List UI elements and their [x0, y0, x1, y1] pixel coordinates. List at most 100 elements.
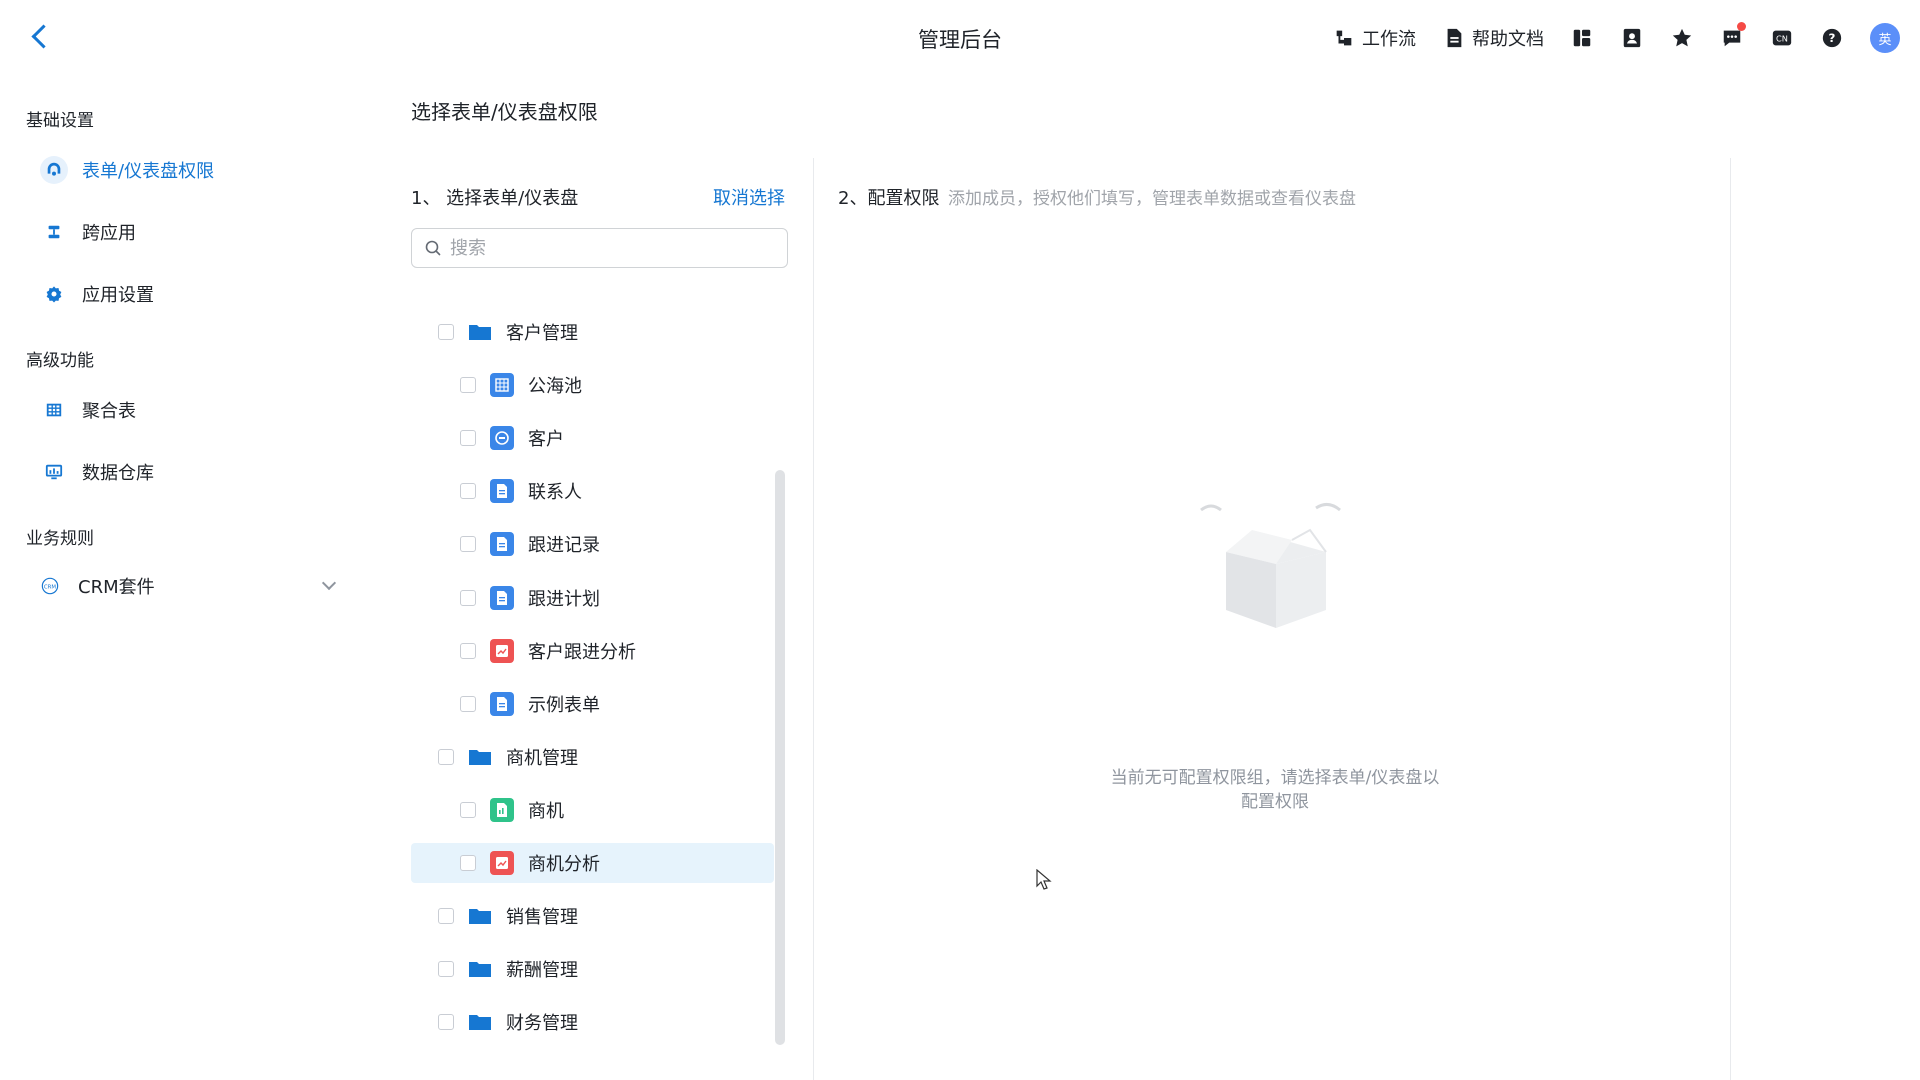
- sidebar-item-aggregate-table[interactable]: 聚合表: [40, 390, 360, 430]
- sidebar-item-form-permission[interactable]: 表单/仪表盘权限: [40, 150, 360, 190]
- tree-folder-row[interactable]: 客户管理: [411, 312, 774, 352]
- tree-checkbox[interactable]: [460, 430, 476, 446]
- tree-checkbox[interactable]: [438, 908, 454, 924]
- tree-item-label: 销售管理: [506, 907, 578, 928]
- tree-checkbox[interactable]: [438, 1014, 454, 1030]
- empty-state-text: 当前无可配置权限组，请选择表单/仪表盘以配置权限: [1110, 768, 1440, 812]
- folder-icon: [468, 320, 492, 344]
- tree-checkbox[interactable]: [460, 643, 476, 659]
- help-button[interactable]: ?: [1820, 26, 1844, 50]
- workflow-icon: [1332, 26, 1356, 50]
- tree-checkbox[interactable]: [460, 377, 476, 393]
- folder-icon: [468, 1010, 492, 1034]
- sidebar-item-cross-app[interactable]: 跨应用: [40, 212, 360, 252]
- tree-item-row[interactable]: 商机: [411, 790, 774, 830]
- tree-item-label: 客户管理: [506, 323, 578, 344]
- folder-icon: [468, 957, 492, 981]
- tree-item-row[interactable]: 商机分析: [411, 843, 774, 883]
- tree-item-row[interactable]: 联系人: [411, 471, 774, 511]
- contacts-button[interactable]: [1620, 26, 1644, 50]
- empty-box-illustration: [1200, 503, 1341, 628]
- tree-checkbox[interactable]: [460, 696, 476, 712]
- document-icon: [490, 479, 514, 503]
- search-input[interactable]: [411, 228, 788, 268]
- chevron-down-icon[interactable]: [321, 575, 337, 591]
- tree-checkbox[interactable]: [460, 802, 476, 818]
- select-panel-title: 1、 选择表单/仪表盘: [411, 188, 579, 209]
- sidebar-item-crm-suite[interactable]: CRM CRM套件: [36, 566, 356, 606]
- cancel-selection-link[interactable]: 取消选择: [713, 184, 785, 210]
- tree-folder-row[interactable]: 销售管理: [411, 896, 774, 936]
- tree-item-label: 财务管理: [506, 1013, 578, 1034]
- sidebar-item-data-warehouse[interactable]: 数据仓库: [40, 452, 360, 492]
- tree-item-row[interactable]: 跟进记录: [411, 524, 774, 564]
- tree-checkbox[interactable]: [438, 324, 454, 340]
- tree-item-label: 示例表单: [528, 695, 600, 716]
- tree-checkbox[interactable]: [460, 590, 476, 606]
- sidebar-item-label: 数据仓库: [82, 463, 154, 484]
- tree-folder-row[interactable]: 商机管理: [411, 737, 774, 777]
- tree-item-label: 薪酬管理: [506, 960, 578, 981]
- back-button[interactable]: [28, 22, 52, 54]
- tree-item-label: 联系人: [528, 482, 582, 503]
- tree-checkbox[interactable]: [460, 855, 476, 871]
- favorites-button[interactable]: [1670, 26, 1694, 50]
- help-docs-button[interactable]: 帮助文档: [1442, 25, 1544, 51]
- nav-group-basic: 基础设置: [26, 111, 94, 131]
- tree-checkbox[interactable]: [438, 749, 454, 765]
- tree-checkbox[interactable]: [438, 961, 454, 977]
- column-divider: [813, 158, 814, 1080]
- tree-item-label: 商机管理: [506, 748, 578, 769]
- message-icon: [1720, 22, 1746, 50]
- table-icon: [490, 373, 514, 397]
- language-button[interactable]: CN: [1770, 26, 1794, 50]
- document-icon: [1442, 26, 1466, 50]
- notification-dot: [1737, 22, 1746, 31]
- tree-item-row[interactable]: 客户跟进分析: [411, 631, 774, 671]
- layout-icon: [1570, 26, 1594, 50]
- tree-item-row[interactable]: 客户: [411, 418, 774, 458]
- opportunity-icon: [490, 798, 514, 822]
- tree-folder-row[interactable]: 财务管理: [411, 1002, 774, 1042]
- sidebar-item-label: 聚合表: [82, 401, 136, 422]
- tree-item-row[interactable]: 示例表单: [411, 684, 774, 724]
- language-icon: CN: [1770, 26, 1794, 50]
- nav-group-business-rules: 业务规则: [26, 529, 94, 549]
- dashboard-icon: [490, 639, 514, 663]
- column-divider-right: [1730, 158, 1731, 1080]
- tree-item-label: 公海池: [528, 376, 582, 397]
- tree-item-label: 客户: [528, 429, 564, 450]
- contacts-icon: [1620, 26, 1644, 50]
- layout-button[interactable]: [1570, 26, 1594, 50]
- tree-checkbox[interactable]: [460, 536, 476, 552]
- nav-group-advanced: 高级功能: [26, 351, 94, 371]
- tree-item-row[interactable]: 跟进计划: [411, 578, 774, 618]
- page-title: 选择表单/仪表盘权限: [411, 100, 598, 124]
- help-icon: ?: [1820, 26, 1844, 50]
- tree-item-label: 商机分析: [528, 854, 600, 875]
- table-icon: [40, 396, 68, 424]
- sidebar-item-app-settings[interactable]: 应用设置: [40, 274, 360, 314]
- tree-scrollbar[interactable]: [775, 470, 785, 1045]
- tree-item-label: 跟进计划: [528, 589, 600, 610]
- mouse-cursor-icon: [1036, 869, 1052, 890]
- help-docs-label: 帮助文档: [1472, 29, 1544, 50]
- header-toolbar: 工作流 帮助文档 CN ? 英: [1306, 20, 1900, 56]
- search-icon: [425, 240, 441, 256]
- tree-item-row[interactable]: 公海池: [411, 365, 774, 405]
- gear-icon: [40, 280, 68, 308]
- form-icon: [490, 426, 514, 450]
- sidebar-item-label: 跨应用: [82, 223, 136, 244]
- document-icon: [490, 532, 514, 556]
- svg-text:?: ?: [1829, 31, 1836, 45]
- document-icon: [490, 586, 514, 610]
- workflow-button[interactable]: 工作流: [1332, 25, 1416, 51]
- sidebar: 基础设置 表单/仪表盘权限 跨应用 应用设置 高级功能 聚合表 数据仓库 业务规…: [0, 76, 385, 1080]
- cross-app-icon: [40, 218, 68, 246]
- permission-icon: [40, 156, 68, 184]
- user-avatar[interactable]: 英: [1870, 23, 1900, 53]
- config-panel-title: 2、配置权限: [838, 188, 940, 209]
- tree-folder-row[interactable]: 薪酬管理: [411, 949, 774, 989]
- tree-checkbox[interactable]: [460, 483, 476, 499]
- messages-button[interactable]: [1720, 22, 1746, 50]
